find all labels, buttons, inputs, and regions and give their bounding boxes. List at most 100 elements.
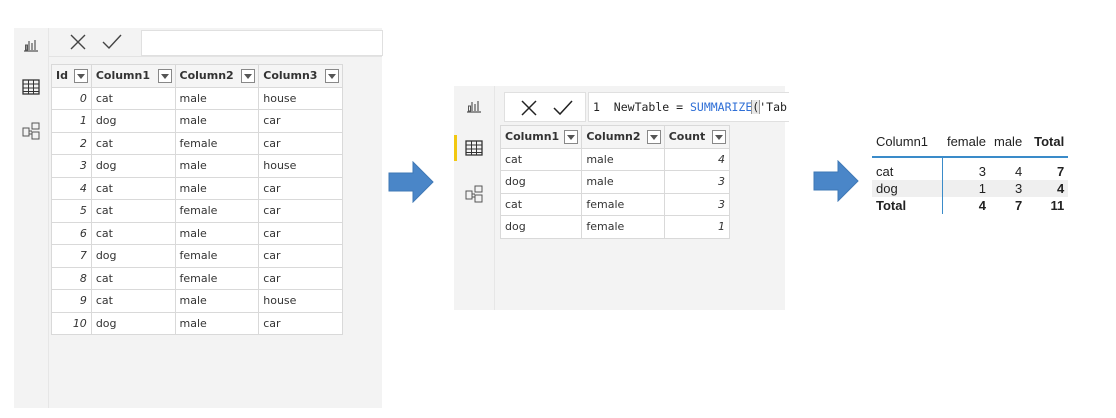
table-row: 9 cat male house: [51, 289, 343, 313]
cell-column3[interactable]: car: [258, 176, 343, 200]
col-header-column1[interactable]: Column1: [90, 64, 176, 88]
cell-column1[interactable]: cat: [90, 86, 176, 110]
cell-column3[interactable]: car: [258, 131, 343, 155]
cell-id[interactable]: 6: [51, 221, 92, 245]
x-icon[interactable]: [63, 28, 93, 56]
matrix-cell: 3: [990, 180, 1027, 197]
cell-count[interactable]: 3: [663, 192, 731, 216]
cell-id[interactable]: 7: [51, 244, 92, 268]
cell-column1[interactable]: cat: [90, 176, 176, 200]
cell-column2[interactable]: female: [174, 199, 260, 223]
dropdown-icon[interactable]: [157, 69, 172, 83]
matrix-row: dog 1 3 4: [872, 180, 1069, 197]
cell-id[interactable]: 4: [51, 176, 92, 200]
cell-column1[interactable]: cat: [90, 131, 176, 155]
cell-count[interactable]: 1: [663, 215, 731, 239]
cell-column1[interactable]: dog: [90, 154, 176, 178]
cell-column1[interactable]: dog: [90, 109, 176, 133]
cell-column2[interactable]: male: [581, 147, 665, 171]
cell-column3[interactable]: house: [258, 154, 343, 178]
cell-column2[interactable]: male: [174, 109, 260, 133]
bar-chart-icon[interactable]: [454, 91, 494, 121]
check-icon[interactable]: [548, 94, 578, 122]
formula-input[interactable]: [141, 30, 383, 56]
cell-id[interactable]: 5: [51, 199, 92, 223]
matrix-col-header-male: male: [990, 133, 1027, 158]
cell-column3[interactable]: car: [258, 244, 343, 268]
x-icon[interactable]: [514, 94, 544, 122]
cell-id[interactable]: 2: [51, 131, 92, 155]
table-row: 10 dog male car: [51, 311, 343, 335]
dropdown-icon[interactable]: [646, 130, 661, 144]
matrix-total-cell: 7: [1014, 198, 1023, 213]
cell-column2[interactable]: male: [174, 311, 260, 335]
cell-id[interactable]: 8: [51, 266, 92, 290]
dropdown-icon[interactable]: [73, 69, 88, 83]
cell-column1[interactable]: cat: [90, 266, 176, 290]
matrix-total-label: Total: [872, 197, 943, 214]
cell-column2[interactable]: female: [174, 131, 260, 155]
cell-column3[interactable]: car: [258, 311, 343, 335]
cell-id[interactable]: 10: [51, 311, 92, 335]
cell-column1[interactable]: dog: [90, 244, 176, 268]
cell-column2[interactable]: female: [174, 266, 260, 290]
matrix-row-total: 7: [1056, 164, 1065, 179]
table-icon[interactable]: [14, 72, 48, 102]
check-icon[interactable]: [97, 28, 127, 56]
cell-column2[interactable]: male: [174, 221, 260, 245]
col-header-column3[interactable]: Column3: [258, 64, 343, 88]
cell-column2[interactable]: male: [581, 170, 665, 194]
table-row: 4 cat male car: [51, 176, 343, 200]
cell-column1[interactable]: cat: [90, 221, 176, 245]
cell-id[interactable]: 0: [51, 86, 92, 110]
dropdown-icon[interactable]: [325, 69, 339, 83]
cell-column3[interactable]: house: [258, 289, 343, 313]
cell-column1[interactable]: cat: [90, 199, 176, 223]
cell-column2[interactable]: male: [174, 176, 260, 200]
cell-column3[interactable]: car: [258, 266, 343, 290]
cell-id[interactable]: 9: [51, 289, 92, 313]
cell-column1[interactable]: dog: [90, 311, 176, 335]
cell-column2[interactable]: female: [581, 192, 665, 216]
table-icon[interactable]: [454, 133, 494, 163]
model-icon[interactable]: [14, 116, 48, 146]
model-icon[interactable]: [454, 179, 494, 209]
cell-column1[interactable]: dog: [499, 170, 583, 194]
cell-column1[interactable]: cat: [499, 147, 583, 171]
cell-column3[interactable]: house: [258, 86, 343, 110]
view-rail: [454, 86, 495, 310]
cell-column3[interactable]: car: [258, 221, 343, 245]
matrix-total-cell: 4: [978, 198, 986, 213]
panel-summary: 1 NewTable = SUMMARIZE('Tab Column1 Colu…: [454, 86, 789, 310]
col-header-column1[interactable]: Column1: [499, 125, 583, 149]
col-header-column2[interactable]: Column2: [581, 125, 665, 149]
formula-bar: [49, 28, 383, 57]
matrix-cell: 1: [942, 180, 990, 197]
cell-id[interactable]: 3: [51, 154, 92, 178]
matrix-col-header-female: female: [942, 133, 990, 158]
cell-column2[interactable]: male: [174, 86, 260, 110]
dropdown-icon[interactable]: [712, 130, 726, 144]
col-header-id[interactable]: Id: [51, 64, 92, 88]
cell-count[interactable]: 4: [663, 147, 731, 171]
cell-column2[interactable]: female: [581, 215, 665, 239]
matrix-col-header-total: Total: [1026, 133, 1069, 158]
col-header-count[interactable]: Count: [663, 125, 731, 149]
formula-bar: 1 NewTable = SUMMARIZE('Tab: [500, 90, 789, 122]
cell-column2[interactable]: female: [174, 244, 260, 268]
cell-column1[interactable]: dog: [499, 215, 583, 239]
cell-column3[interactable]: car: [258, 109, 343, 133]
formula-input[interactable]: 1 NewTable = SUMMARIZE('Tab: [588, 92, 789, 122]
bar-chart-icon[interactable]: [14, 30, 48, 60]
cell-column1[interactable]: cat: [499, 192, 583, 216]
dropdown-icon[interactable]: [564, 130, 579, 144]
cell-count[interactable]: 3: [663, 170, 731, 194]
cell-column3[interactable]: car: [258, 199, 343, 223]
cell-id[interactable]: 1: [51, 109, 92, 133]
cell-column2[interactable]: male: [174, 154, 260, 178]
cell-column2[interactable]: male: [174, 289, 260, 313]
dropdown-icon[interactable]: [241, 69, 256, 83]
col-header-column2[interactable]: Column2: [174, 64, 260, 88]
cell-column1[interactable]: cat: [90, 289, 176, 313]
table-row: 5 cat female car: [51, 199, 343, 223]
